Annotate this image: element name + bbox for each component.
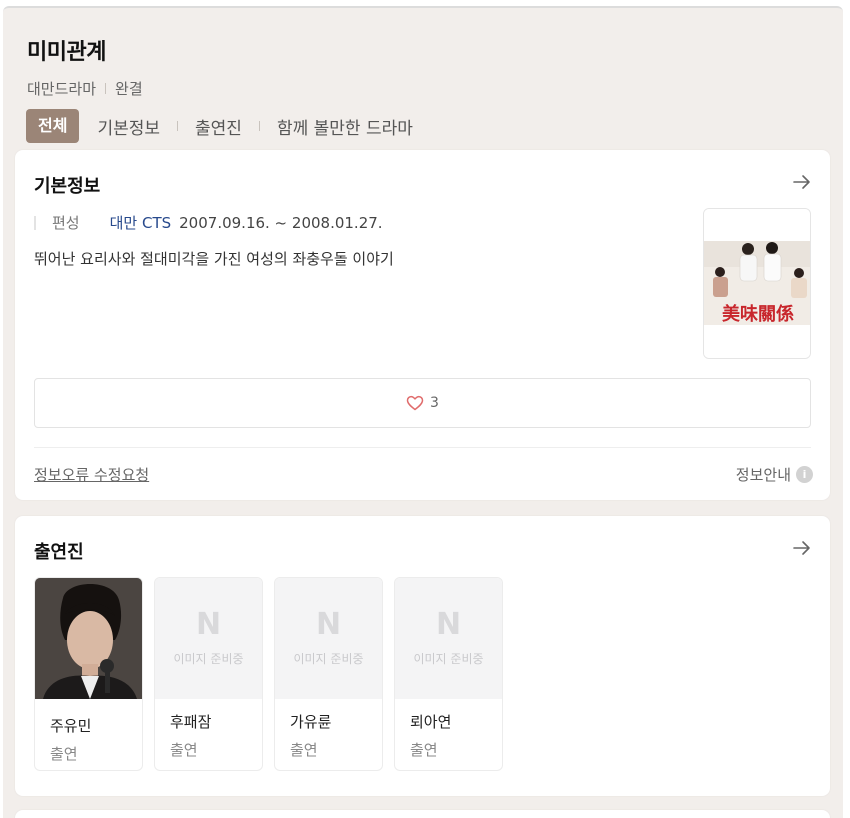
meta-divider	[105, 83, 107, 94]
drama-page: 미미관계 대만드라마 완결 전체 기본정보 출연진 함께 볼만한 드라마 기본정…	[3, 6, 843, 818]
tab-bar: 전체 기본정보 출연진 함께 볼만한 드라마	[26, 109, 843, 143]
tab-related-dramas[interactable]: 함께 볼만한 드라마	[277, 114, 413, 139]
image-placeholder: N 이미지 준비중	[275, 578, 382, 699]
cast-title[interactable]: 출연진	[34, 538, 84, 564]
naver-logo-icon: N	[315, 607, 342, 642]
cast-photo	[35, 578, 142, 699]
drama-meta: 대만드라마 완결	[27, 78, 843, 99]
cast-member[interactable]: N 이미지 준비중 가유륜 출연	[274, 577, 383, 771]
cast-role: 출연	[290, 741, 318, 759]
cast-role: 출연	[410, 741, 438, 759]
tab-basic-info[interactable]: 기본정보	[97, 114, 160, 139]
arrow-right-icon[interactable]	[792, 540, 812, 556]
tab-all[interactable]: 전체	[26, 109, 80, 143]
cast-member[interactable]: 주유민 출연	[34, 577, 143, 771]
cast-member[interactable]: N 이미지 준비중 후패잠 출연	[154, 577, 263, 771]
next-section-card	[15, 810, 830, 818]
arrow-right-icon[interactable]	[792, 174, 812, 190]
card-divider	[34, 447, 811, 448]
drama-title: 미미관계	[27, 40, 106, 65]
broadcast-info: 편성 대만 CTS 2007.09.16. ~ 2008.01.27.	[34, 212, 383, 233]
basic-info-card: 기본정보 편성 대만 CTS 2007.09.16. ~ 2008.01.27.…	[15, 150, 830, 500]
naver-logo-icon: N	[195, 607, 222, 642]
drama-poster[interactable]: 美味關係	[703, 208, 811, 359]
status-label: 완결	[115, 80, 143, 98]
like-count: 3	[430, 395, 439, 411]
naver-logo-icon: N	[435, 607, 462, 642]
image-placeholder: N 이미지 준비중	[155, 578, 262, 699]
heart-icon	[406, 395, 424, 411]
info-guide-label: 정보안내	[735, 466, 791, 484]
info-guide[interactable]: 정보안내 i	[736, 464, 813, 485]
poster-title-text: 美味關係	[722, 303, 794, 325]
drama-header: 미미관계 대만드라마 완결 전체 기본정보 출연진 함께 볼만한 드라마	[3, 8, 843, 143]
tab-divider	[177, 121, 179, 131]
like-button[interactable]: 3	[34, 378, 811, 428]
basic-info-title[interactable]: 기본정보	[34, 172, 100, 198]
tab-cast[interactable]: 출연진	[195, 114, 242, 139]
cast-list: 주유민 출연 N 이미지 준비중 후패잠 출연 N 이미지 준비중 가유륜 출연	[34, 577, 514, 771]
cast-role: 출연	[170, 741, 198, 759]
poster-image: 美味關係	[704, 209, 810, 358]
cast-name: 주유민	[50, 717, 92, 735]
tab-divider	[258, 121, 260, 131]
channel-link[interactable]: 대만 CTS	[110, 212, 172, 233]
placeholder-text: 이미지 준비중	[173, 652, 244, 666]
info-bar	[34, 215, 36, 230]
synopsis: 뛰어난 요리사와 절대미각을 가진 여성의 좌충우돌 이야기	[34, 250, 394, 268]
genre-label: 대만드라마	[27, 80, 97, 98]
cast-name: 가유륜	[290, 713, 332, 731]
broadcast-label: 편성	[52, 214, 80, 232]
image-placeholder: N 이미지 준비중	[395, 578, 502, 699]
cast-member[interactable]: N 이미지 준비중 뢰아연 출연	[394, 577, 503, 771]
info-icon: i	[796, 466, 813, 483]
placeholder-text: 이미지 준비중	[413, 652, 484, 666]
cast-name: 뢰아연	[410, 713, 452, 731]
report-error-link[interactable]: 정보오류 수정요청	[34, 464, 149, 485]
cast-name: 후패잠	[170, 713, 212, 731]
cast-card: 출연진 주유민 출연 N 이미지 준비중 후패잠 출연 N 이미지 준비중 가유…	[15, 516, 830, 796]
broadcast-dates: 2007.09.16. ~ 2008.01.27.	[179, 213, 383, 232]
cast-role: 출연	[50, 745, 78, 763]
placeholder-text: 이미지 준비중	[293, 652, 364, 666]
